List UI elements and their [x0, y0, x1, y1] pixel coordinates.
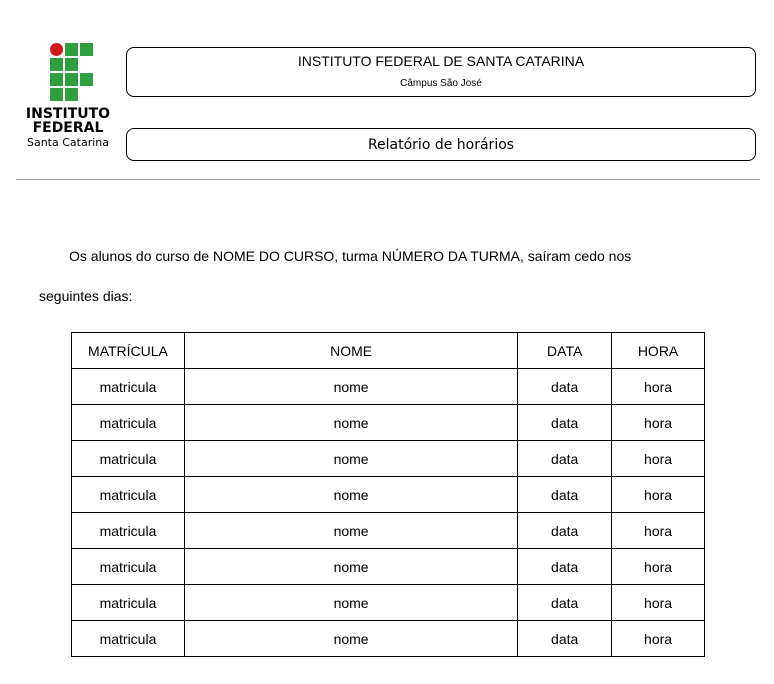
cell-matricula: matricula	[71, 404, 185, 441]
cell-matricula: matricula	[71, 548, 185, 585]
cell-nome: nome	[183, 512, 519, 549]
table-row: matricula nome data hora	[71, 476, 705, 513]
cell-nome: nome	[183, 584, 519, 621]
ifsc-logo: INSTITUTO FEDERAL Santa Catarina	[22, 43, 122, 161]
table-row: matricula nome data hora	[71, 440, 705, 477]
report-title-box: Relatório de horários	[126, 128, 756, 161]
logo-square	[50, 88, 63, 101]
cell-data: data	[517, 548, 613, 585]
header-matricula: MATRÍCULA	[71, 332, 185, 369]
cell-matricula: matricula	[71, 512, 185, 549]
intro-paragraph-line-1: Os alunos do curso de NOME DO CURSO, tur…	[69, 248, 632, 264]
cell-nome: nome	[183, 404, 519, 441]
logo-mark-icon	[50, 43, 98, 103]
table-row: matricula nome data hora	[71, 548, 705, 585]
header-divider	[16, 179, 760, 180]
institution-box: INSTITUTO FEDERAL DE SANTA CATARINA Câmp…	[126, 47, 756, 97]
table-row: matricula nome data hora	[71, 404, 705, 441]
cell-data: data	[517, 404, 613, 441]
logo-square	[65, 58, 78, 71]
logo-text-santa-catarina: Santa Catarina	[26, 136, 109, 149]
cell-data: data	[517, 440, 613, 477]
logo-text-federal: FEDERAL	[32, 120, 104, 136]
table-row: matricula nome data hora	[71, 368, 705, 405]
logo-square	[50, 58, 63, 71]
header-hora: HORA	[611, 332, 705, 369]
logo-square	[80, 43, 93, 56]
cell-data: data	[517, 368, 613, 405]
cell-matricula: matricula	[71, 368, 185, 405]
cell-hora: hora	[611, 548, 705, 585]
logo-square	[50, 73, 63, 86]
header-data: DATA	[517, 332, 613, 369]
cell-nome: nome	[183, 620, 519, 657]
logo-square	[65, 73, 78, 86]
cell-hora: hora	[611, 440, 705, 477]
cell-matricula: matricula	[71, 440, 185, 477]
cell-data: data	[517, 620, 613, 657]
header-nome: NOME	[183, 332, 519, 369]
table-row: matricula nome data hora	[71, 620, 705, 657]
cell-hora: hora	[611, 620, 705, 657]
logo-square	[65, 43, 78, 56]
cell-hora: hora	[611, 512, 705, 549]
logo-red-dot	[50, 43, 63, 56]
cell-hora: hora	[611, 368, 705, 405]
table-header-row: MATRÍCULA NOME DATA HORA	[71, 332, 705, 369]
cell-nome: nome	[183, 476, 519, 513]
report-title: Relatório de horários	[367, 137, 515, 153]
logo-square	[80, 73, 93, 86]
cell-data: data	[517, 476, 613, 513]
logo-square	[65, 88, 78, 101]
institution-name: INSTITUTO FEDERAL DE SANTA CATARINA	[297, 53, 585, 69]
cell-data: data	[517, 512, 613, 549]
cell-hora: hora	[611, 476, 705, 513]
cell-matricula: matricula	[71, 476, 185, 513]
cell-hora: hora	[611, 404, 705, 441]
campus-name: Câmpus São José	[400, 78, 482, 89]
cell-nome: nome	[183, 368, 519, 405]
intro-paragraph-line-2: seguintes dias:	[39, 288, 133, 304]
table-row: matricula nome data hora	[71, 584, 705, 621]
departures-table: MATRÍCULA NOME DATA HORA matricula nome …	[71, 332, 705, 657]
cell-matricula: matricula	[71, 584, 185, 621]
table-row: matricula nome data hora	[71, 512, 705, 549]
cell-nome: nome	[183, 548, 519, 585]
cell-data: data	[517, 584, 613, 621]
cell-matricula: matricula	[71, 620, 185, 657]
cell-hora: hora	[611, 584, 705, 621]
cell-nome: nome	[183, 440, 519, 477]
